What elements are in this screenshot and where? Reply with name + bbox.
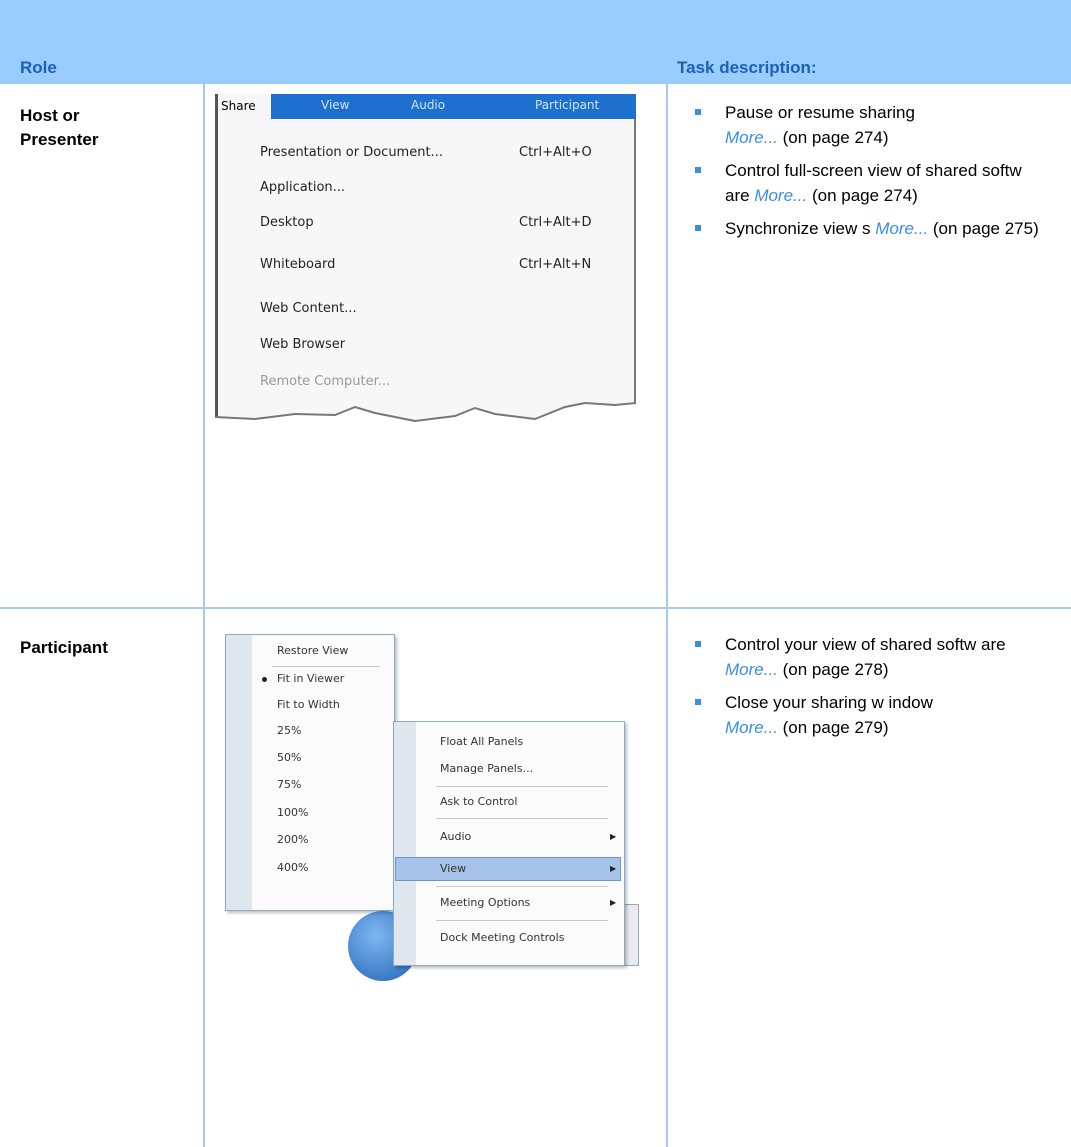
menu-item-meeting-options[interactable]: Meeting Options xyxy=(440,896,530,909)
menu-item-400[interactable]: 400% xyxy=(277,861,308,874)
menu-item-dock-meeting-controls[interactable]: Dock Meeting Controls xyxy=(440,931,564,944)
menu-item-25[interactable]: 25% xyxy=(277,724,301,737)
header-task-description: Task description: xyxy=(677,58,817,77)
menu-item-whiteboard[interactable]: Whiteboard xyxy=(260,257,335,272)
task-text: Pause or resume sharing xyxy=(725,103,915,122)
menu-bar: Share View Audio Participant xyxy=(215,94,636,119)
page-ref: (on page 274) xyxy=(782,128,889,147)
task-text: Synchronize view s xyxy=(725,219,871,238)
menu-separator xyxy=(436,886,608,887)
header-role: Role xyxy=(20,58,57,77)
role-host-presenter: Host or Presenter xyxy=(20,104,98,152)
share-menu-screenshot: Share View Audio Participant Presentatio… xyxy=(215,94,636,439)
submenu-arrow-icon: ▶ xyxy=(610,864,617,873)
role-line: Participant xyxy=(20,638,108,657)
torn-edge xyxy=(215,401,636,439)
menu-item-ask-to-control[interactable]: Ask to Control xyxy=(440,795,517,808)
menu-item-50[interactable]: 50% xyxy=(277,751,301,764)
menu-participant[interactable]: Participant xyxy=(535,98,599,112)
context-menu: Float All Panels Manage Panels... Ask to… xyxy=(393,721,625,966)
shortcut-desktop: Ctrl+Alt+D xyxy=(519,215,592,230)
menu-separator xyxy=(436,818,608,819)
menu-item-200[interactable]: 200% xyxy=(277,833,308,846)
menu-view[interactable]: View xyxy=(321,98,349,112)
view-submenu: Restore View Fit in Viewer Fit to Width … xyxy=(225,634,395,911)
task-text: Control your view of shared softw are xyxy=(725,635,1006,654)
role-line: Host or xyxy=(20,106,80,125)
menu-item-presentation[interactable]: Presentation or Document... xyxy=(260,145,443,160)
bullet-icon xyxy=(695,109,701,115)
page-ref: (on page 279) xyxy=(782,718,889,737)
submenu-arrow-icon: ▶ xyxy=(610,898,617,907)
task-item: Synchronize view s More... (on page 275) xyxy=(689,216,1049,241)
shortcut-whiteboard: Ctrl+Alt+N xyxy=(519,257,592,272)
column-divider-right xyxy=(666,84,668,1147)
menu-separator xyxy=(436,920,608,921)
submenu-arrow-icon: ▶ xyxy=(610,832,617,841)
bullet-icon xyxy=(695,167,701,173)
task-item: Control full-screen view of shared softw… xyxy=(689,158,1049,208)
menu-item-fit-in-viewer[interactable]: Fit in Viewer xyxy=(277,672,344,685)
menu-separator xyxy=(272,666,380,667)
more-link[interactable]: More... xyxy=(725,128,778,147)
menu-item-100[interactable]: 100% xyxy=(277,806,308,819)
shortcut-presentation: Ctrl+Alt+O xyxy=(519,145,592,160)
table-header-band xyxy=(0,0,1071,84)
bullet-icon xyxy=(695,225,701,231)
bullet-icon xyxy=(695,699,701,705)
menu-item-web-content[interactable]: Web Content... xyxy=(260,301,357,316)
highlighted-item xyxy=(395,857,621,881)
more-link[interactable]: More... xyxy=(725,718,778,737)
menu-item-web-browser[interactable]: Web Browser xyxy=(260,337,345,352)
page-ref: (on page 274) xyxy=(811,186,918,205)
menu-item-desktop[interactable]: Desktop xyxy=(260,215,314,230)
more-link[interactable]: More... xyxy=(875,219,928,238)
menu-item-75[interactable]: 75% xyxy=(277,778,301,791)
menu-audio[interactable]: Audio xyxy=(411,98,445,112)
menu-item-view[interactable]: View xyxy=(440,862,466,875)
task-text: Close your sharing w indow xyxy=(725,693,933,712)
menu-icon-strip xyxy=(394,722,416,965)
menu-item-restore-view[interactable]: Restore View xyxy=(277,644,348,657)
more-link[interactable]: More... xyxy=(725,660,778,679)
menu-item-application[interactable]: Application... xyxy=(260,180,345,195)
menu-border xyxy=(215,94,218,424)
scrollbar xyxy=(623,904,639,966)
task-item: Control your view of shared softw are Mo… xyxy=(689,632,1049,682)
bullet-icon xyxy=(695,641,701,647)
task-list-host: Pause or resume sharing More... (on page… xyxy=(689,100,1049,249)
task-item: Pause or resume sharing More... (on page… xyxy=(689,100,1049,150)
menu-icon-strip xyxy=(226,635,252,910)
menu-share[interactable]: Share xyxy=(215,94,271,119)
role-line: Presenter xyxy=(20,130,99,149)
menu-border xyxy=(634,119,636,419)
more-link[interactable]: More... xyxy=(754,186,807,205)
menu-item-float-all-panels[interactable]: Float All Panels xyxy=(440,735,523,748)
task-list-participant: Control your view of shared softw are Mo… xyxy=(689,632,1049,748)
page-ref: (on page 275) xyxy=(932,219,1039,238)
menu-item-audio[interactable]: Audio xyxy=(440,830,471,843)
view-menu-screenshot: Restore View Fit in Viewer Fit to Width … xyxy=(215,626,652,988)
role-participant: Participant xyxy=(20,636,108,660)
column-divider-left xyxy=(203,84,205,1147)
menu-item-remote-computer: Remote Computer... xyxy=(260,374,391,389)
menu-item-manage-panels[interactable]: Manage Panels... xyxy=(440,762,533,775)
menu-separator xyxy=(436,786,608,787)
page-ref: (on page 278) xyxy=(782,660,889,679)
task-item: Close your sharing w indow More... (on p… xyxy=(689,690,1049,740)
radio-dot-icon xyxy=(262,677,267,682)
row-divider xyxy=(0,607,1071,609)
menu-item-fit-to-width[interactable]: Fit to Width xyxy=(277,698,340,711)
